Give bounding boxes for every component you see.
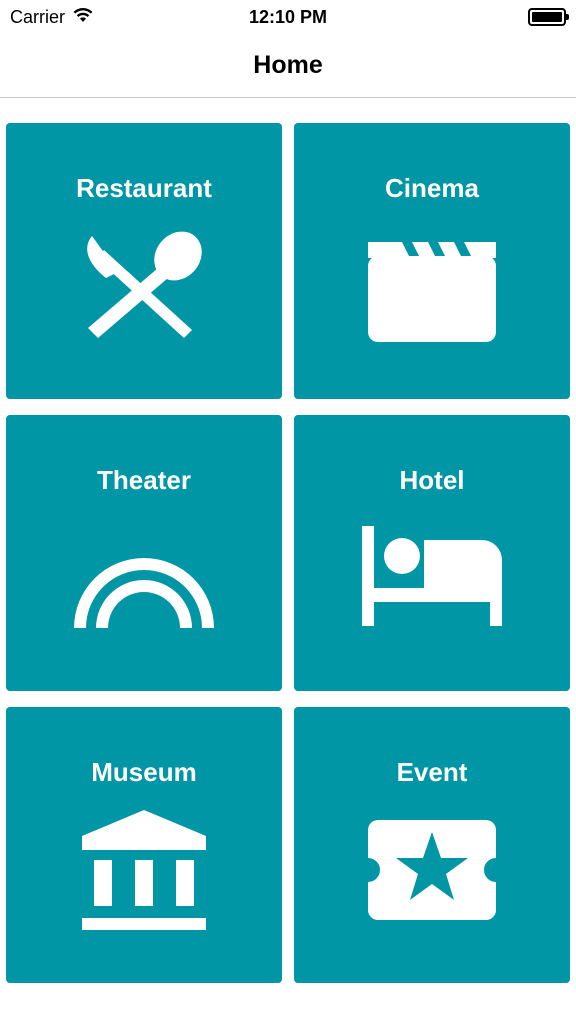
category-grid: Restaurant Cinema Theater Hotel Museum E…: [6, 123, 570, 983]
arch-icon: [74, 518, 214, 638]
ticket-star-icon: [362, 810, 502, 930]
battery-icon: [528, 8, 569, 26]
wifi-icon: [73, 7, 93, 28]
tile-hotel[interactable]: Hotel: [294, 415, 570, 691]
tile-label: Theater: [97, 465, 191, 495]
tile-theater[interactable]: Theater: [6, 415, 282, 691]
tile-event[interactable]: Event: [294, 707, 570, 983]
battery-fill: [532, 12, 562, 22]
fork-spoon-icon: [74, 226, 214, 346]
bed-icon: [362, 518, 502, 638]
status-bar: Carrier 12:10 PM: [0, 0, 576, 34]
clapperboard-icon: [362, 226, 502, 346]
tile-label: Museum: [91, 757, 197, 787]
status-left: Carrier: [10, 7, 93, 28]
navigation-bar: Home: [0, 34, 576, 98]
carrier-label: Carrier: [10, 6, 66, 27]
tile-label: Hotel: [399, 465, 465, 495]
tile-restaurant[interactable]: Restaurant: [6, 123, 282, 399]
tile-museum[interactable]: Museum: [6, 707, 282, 983]
tile-label: Cinema: [385, 173, 479, 203]
museum-icon: [74, 810, 214, 930]
tile-label: Event: [396, 757, 468, 787]
tile-label: Restaurant: [76, 173, 212, 203]
page-title: Home: [253, 51, 323, 79]
tile-cinema[interactable]: Cinema: [294, 123, 570, 399]
